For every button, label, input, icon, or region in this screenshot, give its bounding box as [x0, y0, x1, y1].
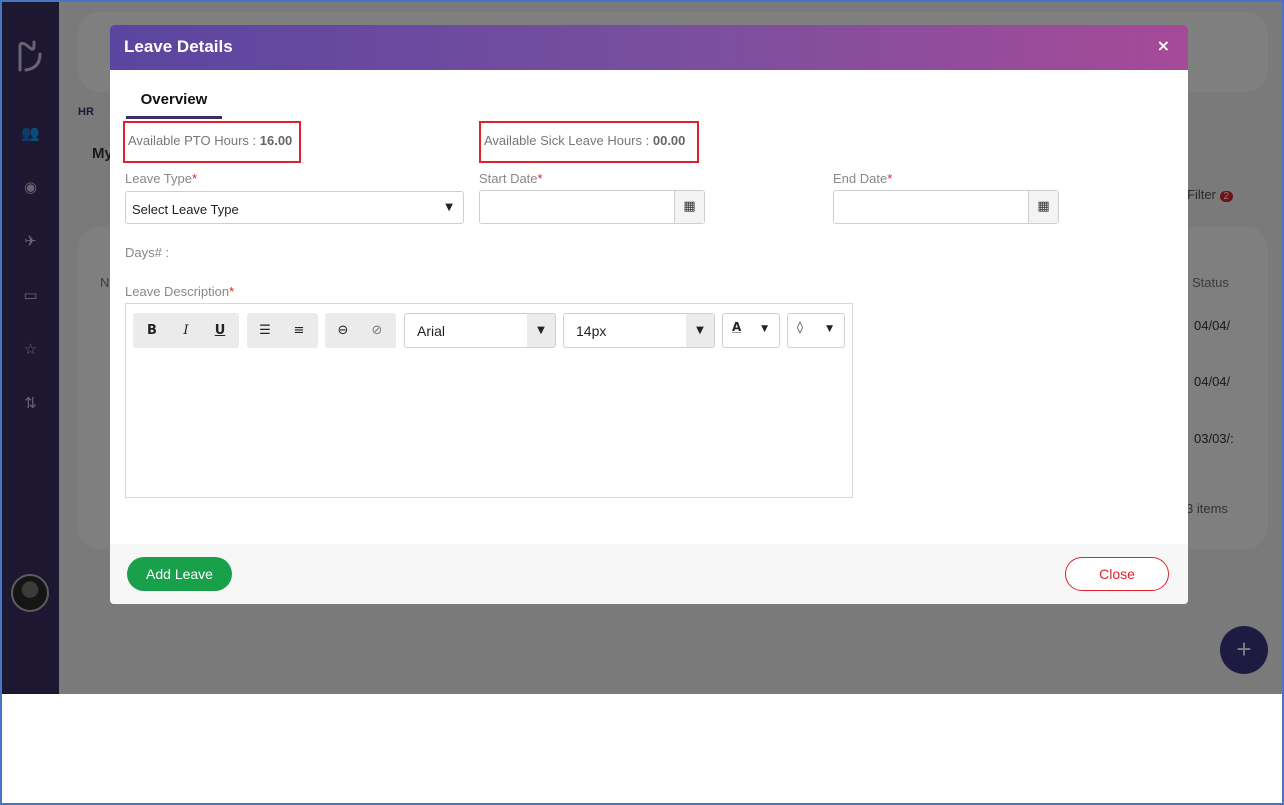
link-group: ⊖ ⊘ — [325, 313, 396, 348]
pto-hours-value: 16.00 — [259, 133, 293, 148]
modal-footer: Add Leave Close — [110, 544, 1188, 604]
start-date-label: Start Date* — [479, 171, 543, 186]
font-color-picker[interactable]: A ▼ — [722, 313, 780, 348]
leave-details-modal: Leave Details × Overview Available PTO H… — [110, 25, 1188, 604]
modal-title: Leave Details — [124, 37, 233, 56]
background-color-picker[interactable]: ◊ ▼ — [787, 313, 845, 348]
pto-hours-box: Available PTO Hours : 16.00 — [123, 121, 301, 163]
end-date-label: End Date* — [833, 171, 893, 186]
font-family-value: Arial — [417, 323, 446, 339]
leave-description-label: Leave Description* — [125, 284, 235, 299]
font-size-value: 14px — [576, 323, 607, 339]
underline-button[interactable]: U — [203, 313, 237, 348]
font-family-dropdown[interactable]: Arial ▼ — [404, 313, 556, 348]
list-group: ☰ ≡ — [247, 313, 318, 348]
caret-down-icon: ▼ — [826, 324, 833, 334]
font-color-icon: A — [732, 320, 742, 334]
link-icon[interactable]: ⊖ — [326, 313, 360, 348]
modal-header: Leave Details × — [110, 25, 1188, 70]
calendar-icon[interactable]: ▦ — [1028, 191, 1058, 223]
tab-overview[interactable]: Overview — [126, 91, 222, 119]
start-date-input[interactable]: ▦ — [479, 190, 705, 224]
calendar-icon[interactable]: ▦ — [674, 191, 704, 223]
add-leave-button[interactable]: Add Leave — [127, 557, 232, 591]
close-button[interactable]: Close — [1065, 557, 1169, 591]
days-label: Days# : — [125, 245, 170, 260]
close-icon[interactable]: × — [1157, 36, 1170, 55]
leave-type-select[interactable]: Select Leave Type ▼ — [125, 191, 464, 224]
sick-hours-value: 00.00 — [652, 133, 686, 148]
format-group: B I U — [133, 313, 239, 348]
bold-button[interactable]: B — [135, 313, 169, 348]
pto-hours-label: Available PTO Hours : — [128, 133, 260, 148]
italic-button[interactable]: I — [169, 313, 203, 348]
leave-description-editor[interactable]: B I U ☰ ≡ ⊖ ⊘ Arial ▼ 14px ▼ A ▼ ◊ ▼ — [125, 303, 853, 498]
caret-down-icon: ▼ — [761, 324, 768, 334]
caret-down-icon: ▼ — [686, 314, 714, 347]
caret-down-icon: ▼ — [527, 314, 555, 347]
sick-hours-box: Available Sick Leave Hours : 00.00 — [479, 121, 699, 163]
droplet-icon: ◊ — [797, 320, 803, 334]
unlink-icon[interactable]: ⊘ — [360, 313, 394, 348]
numbered-list-icon[interactable]: ≡ — [282, 313, 316, 348]
sick-hours-label: Available Sick Leave Hours : — [484, 133, 653, 148]
bullet-list-icon[interactable]: ☰ — [248, 313, 282, 348]
font-size-dropdown[interactable]: 14px ▼ — [563, 313, 715, 348]
leave-type-label: Leave Type* — [125, 171, 198, 186]
leave-type-value: Select Leave Type — [132, 202, 239, 217]
end-date-input[interactable]: ▦ — [833, 190, 1059, 224]
caret-down-icon: ▼ — [445, 202, 453, 213]
